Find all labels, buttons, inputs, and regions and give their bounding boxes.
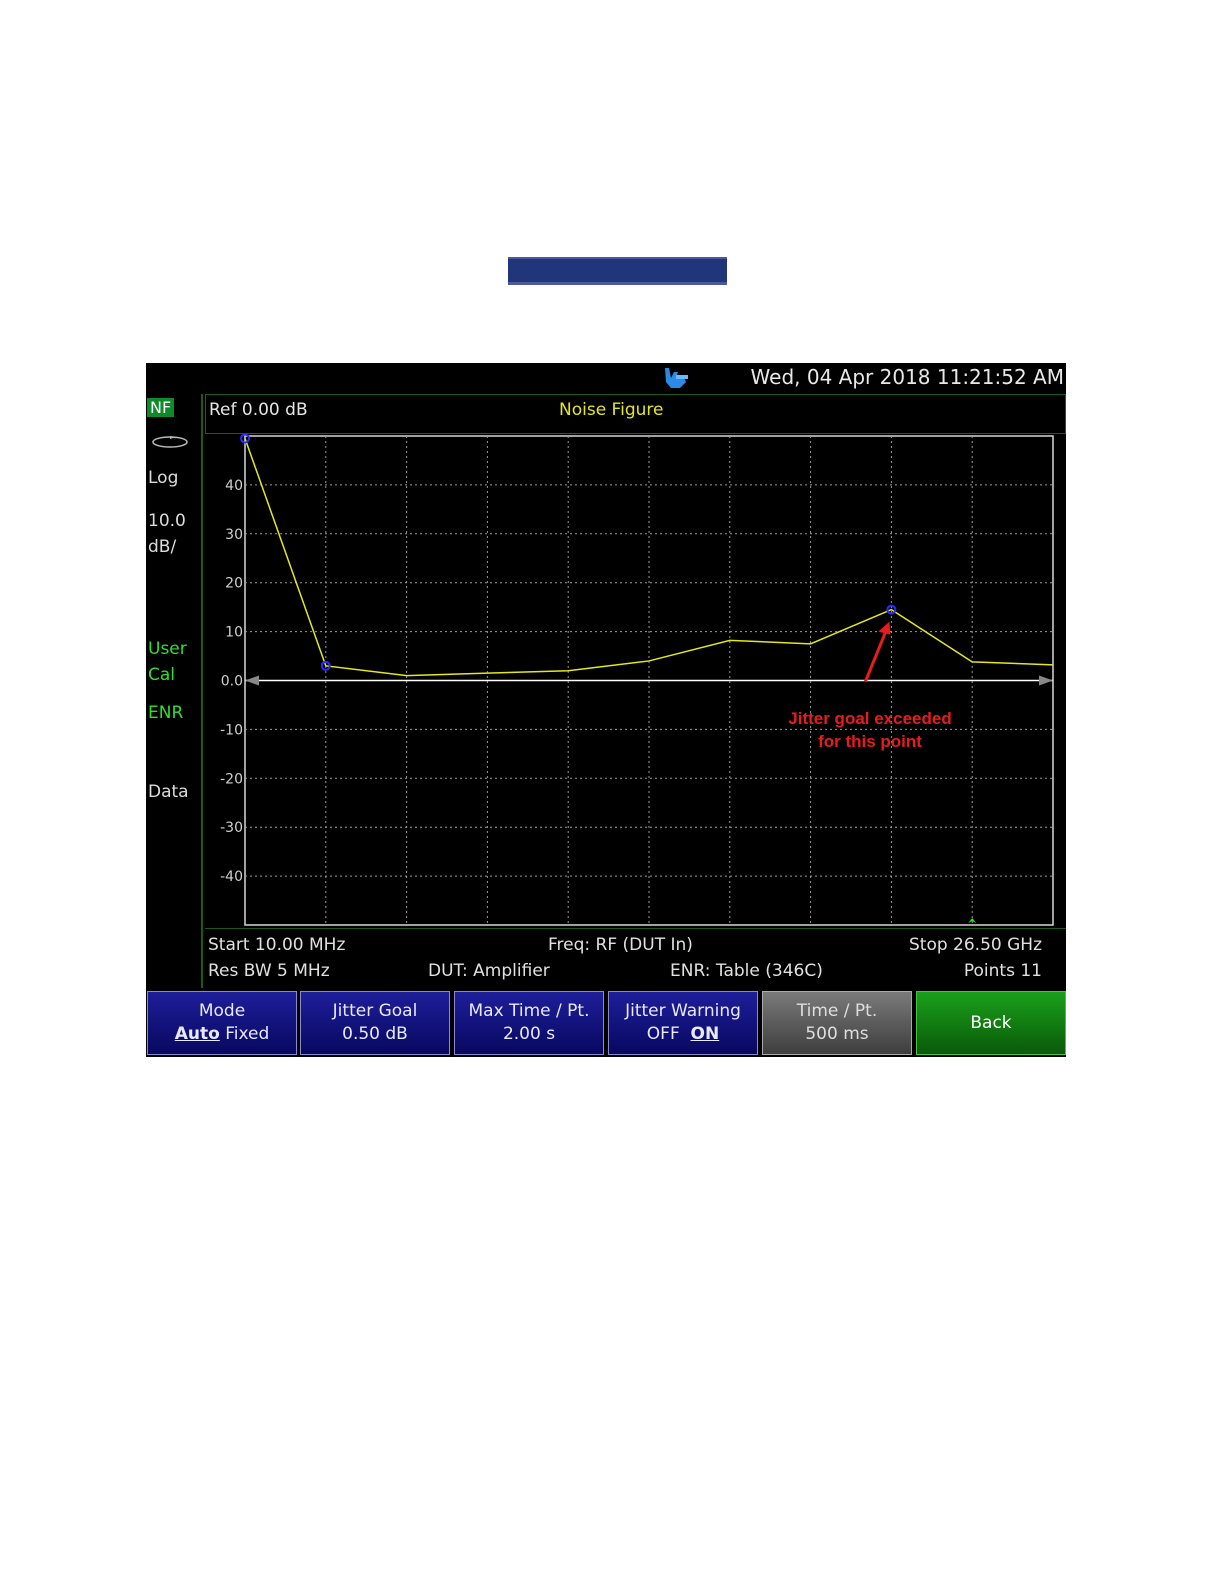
dut-type: DUT: Amplifier xyxy=(428,961,550,981)
softkey-bar: Mode Auto Fixed Jitter Goal 0.50 dB Max … xyxy=(146,991,1066,1057)
reference-right-marker xyxy=(1039,675,1053,686)
start-frequency: Start 10.00 MHz xyxy=(208,935,346,955)
annotation-arrow-head xyxy=(878,621,891,635)
analyzer-screen: Wed, 04 Apr 2018 11:21:52 AM NF Log 10.0… xyxy=(146,363,1066,1057)
points-count: Points 11 xyxy=(963,961,1042,981)
jitter-warning-label: Jitter Warning xyxy=(625,1001,741,1021)
document-title-bar xyxy=(508,257,727,285)
jitter-goal-label: Jitter Goal xyxy=(332,1001,418,1021)
mode-auto-option: Auto xyxy=(174,1024,220,1044)
y-tick-label: 30 xyxy=(225,527,243,543)
freq-mode: Freq: RF (DUT In) xyxy=(548,935,693,955)
y-tick-label: 20 xyxy=(225,576,243,592)
mode-fixed-option: Fixed xyxy=(225,1024,270,1044)
back-softkey[interactable]: Back xyxy=(916,991,1066,1055)
max-time-label: Max Time / Pt. xyxy=(468,1001,590,1021)
mode-label: Mode xyxy=(198,1001,246,1021)
time-per-point-value: 500 ms xyxy=(805,1024,869,1044)
annotation-line-1: Jitter goal exceeded xyxy=(788,709,952,728)
max-time-value: 2.00 s xyxy=(502,1024,556,1044)
annotation-arrow-shaft xyxy=(864,627,889,683)
y-tick-label: 40 xyxy=(225,478,243,494)
time-per-point-softkey[interactable]: Time / Pt. 500 ms xyxy=(762,991,912,1055)
reference-left-marker xyxy=(245,675,259,686)
y-tick-label: -30 xyxy=(220,820,243,836)
jitter-goal-softkey[interactable]: Jitter Goal 0.50 dB xyxy=(300,991,450,1055)
y-tick-label: -10 xyxy=(220,722,243,738)
back-label: Back xyxy=(970,1013,1012,1033)
mode-softkey[interactable]: Mode Auto Fixed xyxy=(147,991,297,1055)
time-per-point-label: Time / Pt. xyxy=(796,1001,878,1021)
resolution-bandwidth: Res BW 5 MHz xyxy=(208,961,330,981)
sweep-info-footer: Start 10.00 MHz Freq: RF (DUT In) Stop 2… xyxy=(205,928,1066,991)
y-tick-label: 10 xyxy=(225,625,243,641)
jitter-warning-softkey[interactable]: Jitter Warning OFF ON xyxy=(608,991,758,1055)
y-tick-label: -40 xyxy=(220,869,243,885)
y-tick-label: 0.0 xyxy=(221,674,243,690)
jitter-goal-value: 0.50 dB xyxy=(342,1024,408,1044)
jitter-warning-on-option: ON xyxy=(690,1024,720,1044)
enr-table: ENR: Table (346C) xyxy=(670,961,823,981)
jitter-warning-off-option: OFF xyxy=(646,1024,680,1044)
annotation-line-2: for this point xyxy=(818,732,922,751)
jitter-annotation: Jitter goal exceeded for this point xyxy=(760,707,980,753)
y-tick-label: -20 xyxy=(220,771,243,787)
stop-frequency: Stop 26.50 GHz xyxy=(908,935,1042,955)
max-time-softkey[interactable]: Max Time / Pt. 2.00 s xyxy=(454,991,604,1055)
